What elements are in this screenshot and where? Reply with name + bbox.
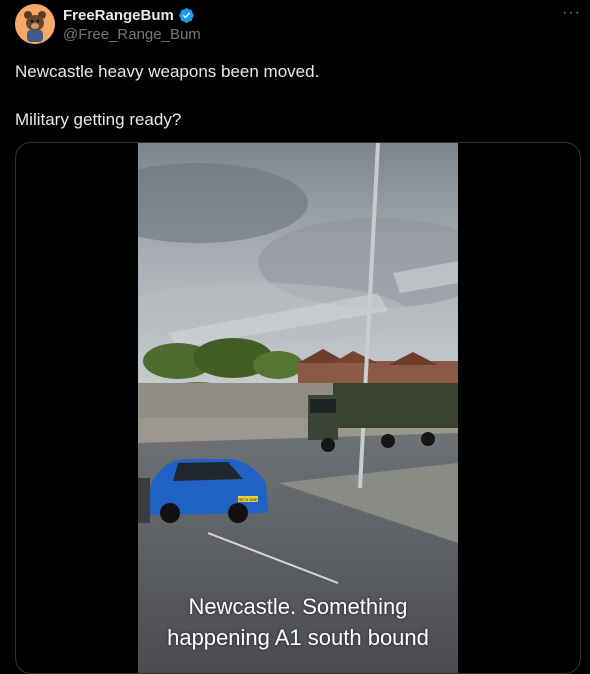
bear-avatar-icon	[15, 4, 55, 44]
display-name[interactable]: FreeRangeBum	[63, 7, 174, 24]
tweet-paragraph: Military getting ready?	[15, 110, 182, 129]
caption-line: happening A1 south bound	[167, 625, 429, 650]
video-player[interactable]: RE74 EBE Newcastle. Something happening …	[138, 143, 458, 673]
media-container[interactable]: RE74 EBE Newcastle. Something happening …	[15, 142, 581, 674]
verified-badge-icon	[179, 8, 194, 23]
tweet-text: Newcastle heavy weapons been moved. Mili…	[15, 60, 575, 132]
more-options-icon[interactable]: ···	[562, 4, 581, 22]
author-handle[interactable]: @Free_Range_Bum	[63, 26, 201, 43]
author-name-row[interactable]: FreeRangeBum	[63, 7, 195, 24]
caption-line: Newcastle. Something	[188, 594, 408, 619]
video-caption: Newcastle. Something happening A1 south …	[138, 591, 458, 653]
plate-text: RE74 EBE	[238, 497, 257, 502]
tweet-paragraph: Newcastle heavy weapons been moved.	[15, 62, 320, 81]
avatar[interactable]	[15, 4, 55, 44]
